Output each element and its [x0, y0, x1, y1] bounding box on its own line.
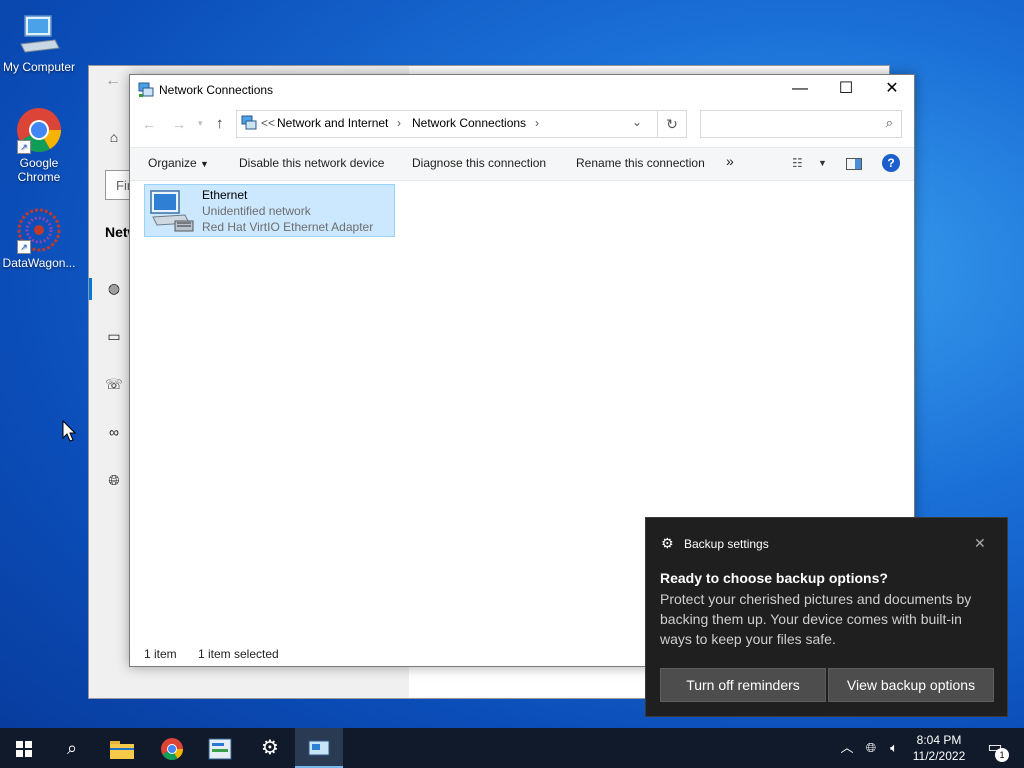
title-bar[interactable]: Network Connections — ☐ ✕	[130, 75, 914, 105]
command-bar: Organize ▼ Disable this network device D…	[130, 147, 914, 181]
search-input[interactable]: ⌕	[700, 110, 902, 138]
network-connections-taskbar-icon[interactable]	[295, 728, 343, 768]
diagnose-connection-button[interactable]: Diagnose this connection	[412, 156, 546, 170]
address-bar[interactable]: << Network and Internet › Network Connec…	[236, 110, 658, 138]
up-arrow-icon[interactable]: ↑	[216, 115, 224, 132]
gear-icon: ⚙	[661, 535, 674, 551]
help-icon[interactable]: ?	[882, 154, 900, 172]
breadcrumb-item-network-and-internet[interactable]: Network and Internet	[277, 116, 388, 130]
home-icon[interactable]: ⌂	[104, 129, 124, 149]
forward-arrow-icon[interactable]: →	[172, 116, 186, 132]
breadcrumb-separator-icon[interactable]: ›	[397, 116, 401, 130]
view-backup-options-button[interactable]: View backup options	[828, 668, 994, 702]
connection-adapter: Red Hat VirtIO Ethernet Adapter	[202, 220, 374, 234]
disable-device-button[interactable]: Disable this network device	[239, 156, 384, 170]
address-row: ← → ▾ ↑ << Network and Internet › Networ…	[130, 108, 914, 142]
control-panel-icon	[241, 115, 257, 131]
clock-date: 11/2/2022	[912, 749, 966, 763]
computer-icon	[15, 10, 63, 58]
windows-logo-icon	[16, 740, 32, 757]
proxy-globe-icon[interactable]: 🌐︎	[104, 472, 124, 492]
turn-off-reminders-button[interactable]: Turn off reminders	[660, 668, 826, 702]
network-connection-item[interactable]: Ethernet Unidentified network Red Hat Vi…	[144, 184, 395, 237]
network-connections-icon	[138, 82, 154, 98]
refresh-button[interactable]: ↻	[657, 110, 687, 138]
datawagon-icon: ↗	[15, 206, 63, 254]
back-arrow-icon[interactable]: ←	[105, 72, 121, 90]
action-center-icon[interactable]: ▭ 1	[980, 728, 1010, 768]
notification-count-badge: 1	[995, 748, 1009, 762]
mouse-cursor-icon	[62, 419, 77, 442]
preview-pane-icon[interactable]	[846, 158, 862, 170]
show-hidden-icons-chevron-icon[interactable]: ︿	[838, 728, 856, 768]
clock[interactable]: 8:04 PM 11/2/2022	[906, 728, 972, 768]
window-title: Network Connections	[159, 83, 274, 97]
maximize-button[interactable]: ☐	[823, 75, 869, 105]
connection-name: Ethernet	[202, 188, 248, 202]
server-manager-icon[interactable]	[196, 728, 244, 768]
search-taskbar-icon[interactable]: ⌕	[48, 728, 96, 768]
more-commands-button[interactable]: »	[726, 153, 734, 169]
file-explorer-icon[interactable]	[98, 728, 146, 768]
desktop-icon-label: Google Chrome	[17, 156, 61, 184]
backup-toast-notification[interactable]: ⚙ Backup settings ✕ Ready to choose back…	[645, 517, 1008, 717]
recent-locations-chevron-icon[interactable]: ▾	[198, 118, 203, 129]
toast-heading: Ready to choose backup options?	[660, 570, 888, 586]
settings-taskbar-icon[interactable]: ⚙	[246, 728, 294, 768]
item-count: 1 item	[144, 647, 177, 661]
desktop-icon-google-chrome[interactable]: ↗ Google Chrome	[0, 106, 78, 184]
desktop-icon-label: DataWagon...	[2, 256, 76, 270]
dialup-icon[interactable]: ☏	[104, 376, 124, 396]
taskbar: ⌕ ⚙ ︿ 🌐︎ 🔈︎ 8:04 PM 11/2/2022 ▭ 1	[0, 728, 1024, 768]
selected-count: 1 item selected	[198, 647, 279, 661]
ethernet-adapter-icon	[149, 187, 197, 235]
ethernet-icon[interactable]: ▭	[104, 328, 124, 348]
shortcut-arrow-icon: ↗	[17, 240, 31, 254]
desktop-icon-label: My Computer	[2, 60, 76, 74]
desktop-icon-datawagon[interactable]: ↗ DataWagon...	[0, 206, 78, 270]
chevron-down-icon: ▼	[200, 159, 209, 169]
start-button[interactable]	[0, 728, 48, 768]
change-view-icon[interactable]: ☷	[792, 156, 803, 170]
volume-icon[interactable]: 🔈︎	[884, 728, 904, 768]
toast-close-icon[interactable]: ✕	[974, 535, 986, 552]
network-globe-icon[interactable]: 🌐︎	[861, 728, 881, 768]
breadcrumb-separator-icon[interactable]: ›	[535, 116, 539, 130]
address-dropdown-chevron-icon[interactable]: ⌄	[632, 115, 642, 129]
toast-app-name: Backup settings	[684, 537, 769, 551]
shortcut-arrow-icon: ↗	[17, 140, 31, 154]
back-arrow-icon[interactable]: ←	[142, 116, 156, 132]
toast-body: Protect your cherished pictures and docu…	[660, 591, 972, 647]
status-globe-icon[interactable]: ◍	[104, 280, 124, 300]
organize-button[interactable]: Organize ▼	[148, 156, 209, 170]
minimize-button[interactable]: —	[777, 75, 823, 105]
breadcrumb-item-network-connections[interactable]: Network Connections	[412, 116, 526, 130]
connection-status: Unidentified network	[202, 204, 311, 218]
chrome-taskbar-icon[interactable]	[148, 728, 196, 768]
view-chevron-down-icon[interactable]: ▼	[818, 158, 827, 168]
breadcrumb-overflow[interactable]: <<	[261, 116, 275, 130]
desktop-icon-my-computer[interactable]: My Computer	[0, 10, 78, 74]
nav-selected-indicator	[89, 278, 92, 300]
search-icon: ⌕	[885, 115, 893, 130]
close-button[interactable]: ✕	[869, 75, 915, 105]
chrome-icon: ↗	[15, 106, 63, 154]
rename-connection-button[interactable]: Rename this connection	[576, 156, 705, 170]
vpn-icon[interactable]: ∞	[104, 424, 124, 444]
clock-time: 8:04 PM	[916, 733, 962, 747]
